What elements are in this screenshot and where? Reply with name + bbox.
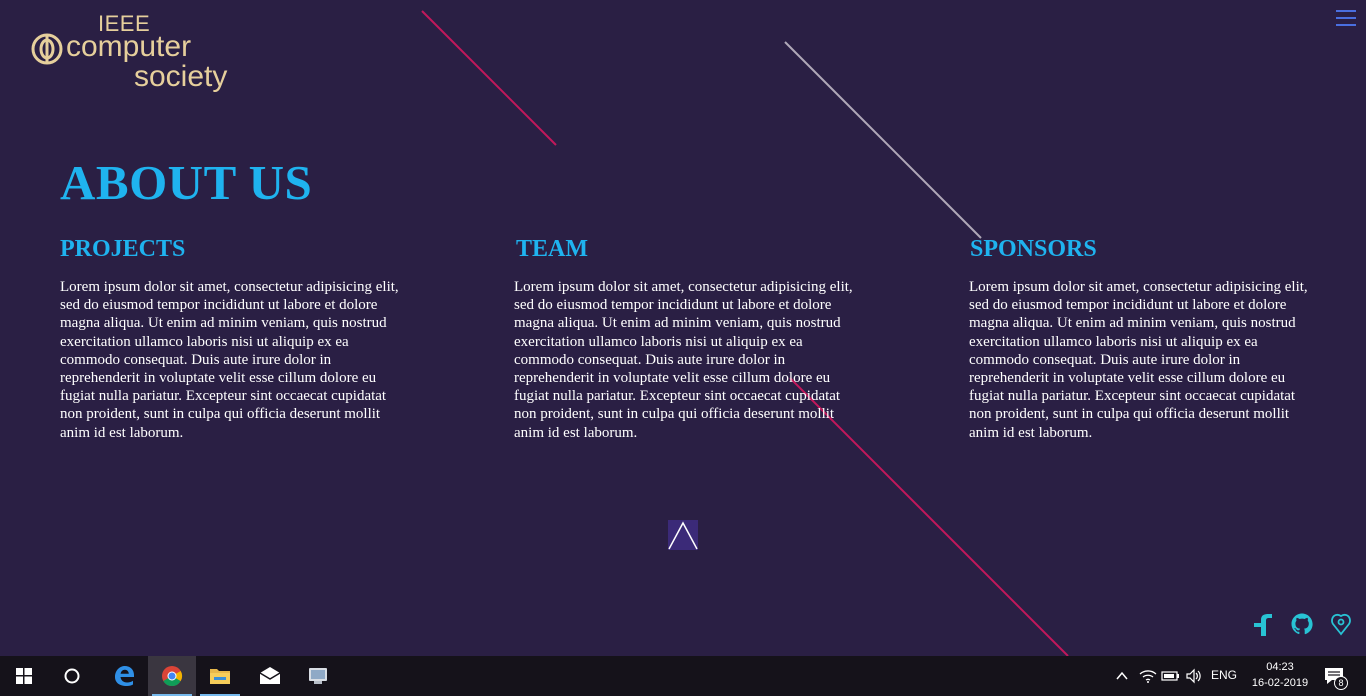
hamburger-menu-icon[interactable]: [1334, 8, 1358, 30]
github-link[interactable]: [1290, 612, 1314, 636]
decor-line-red-top: [421, 10, 557, 146]
taskbar-app[interactable]: [294, 656, 342, 696]
column-text-projects: Lorem ipsum dolor sit amet, consectetur …: [60, 279, 399, 441]
wifi-icon: [1139, 670, 1157, 683]
network-button[interactable]: [1138, 666, 1158, 686]
action-center-button[interactable]: 8: [1318, 662, 1350, 692]
facebook-link[interactable]: [1251, 612, 1275, 636]
ieee-emblem-icon: [31, 33, 63, 65]
taskbar-file-explorer[interactable]: [196, 656, 244, 696]
show-hidden-icons-button[interactable]: [1112, 666, 1132, 686]
edge-icon: [115, 666, 134, 686]
ieee-computer-society-logo[interactable]: IEEE computer society: [28, 10, 238, 96]
column-text-team: Lorem ipsum dolor sit amet, consectetur …: [514, 279, 853, 441]
clock-time: 04:23: [1266, 661, 1294, 673]
mail-icon: [259, 667, 281, 684]
about-column-sponsors: SPONSORS Lorem ipsum dolor sit amet, con…: [969, 234, 1314, 442]
column-heading-team: TEAM: [516, 236, 588, 262]
file-explorer-icon: [210, 669, 230, 684]
scroll-to-top-button[interactable]: [668, 520, 698, 550]
input-language[interactable]: ENG: [1208, 668, 1240, 682]
location-link[interactable]: [1329, 612, 1353, 636]
notification-count-badge: 8: [1334, 676, 1348, 690]
column-heading-sponsors: SPONSORS: [970, 236, 1097, 262]
battery-icon: [1161, 671, 1179, 681]
volume-icon: [1186, 668, 1201, 684]
column-text-sponsors: Lorem ipsum dolor sit amet, consectetur …: [969, 279, 1308, 441]
logo-text-society: society: [134, 60, 228, 93]
about-column-team: TEAM Lorem ipsum dolor sit amet, consect…: [514, 234, 859, 442]
windows-start-icon: [16, 668, 32, 684]
about-column-projects: PROJECTS Lorem ipsum dolor sit amet, con…: [60, 234, 405, 442]
taskbar-mail[interactable]: [246, 656, 294, 696]
clock[interactable]: 04:23 16-02-2019: [1244, 659, 1316, 691]
facebook-icon: [1254, 614, 1272, 636]
taskbar-chrome[interactable]: [148, 656, 196, 696]
chevron-up-icon: [668, 521, 698, 550]
column-heading-projects: PROJECTS: [60, 236, 186, 262]
taskbar-edge[interactable]: [100, 656, 148, 696]
cortana-button[interactable]: [48, 656, 96, 696]
app-icon: [309, 668, 327, 684]
windows-taskbar: ENG 04:23 16-02-2019 8: [0, 656, 1366, 696]
clock-date: 16-02-2019: [1251, 677, 1309, 689]
start-button[interactable]: [0, 656, 48, 696]
chevron-up-icon: [1116, 671, 1128, 680]
logo-text-computer: computer: [66, 30, 192, 63]
volume-button[interactable]: [1184, 666, 1204, 686]
github-icon: [1291, 613, 1313, 635]
page-title: ABOUT US: [60, 155, 313, 210]
cortana-icon: [64, 668, 80, 684]
decor-line-grey: [784, 41, 982, 239]
location-icon: [1331, 613, 1351, 636]
chrome-icon: [162, 666, 183, 687]
battery-button[interactable]: [1161, 666, 1181, 686]
page: IEEE computer society ABOUT US PROJECTS …: [0, 0, 1366, 656]
